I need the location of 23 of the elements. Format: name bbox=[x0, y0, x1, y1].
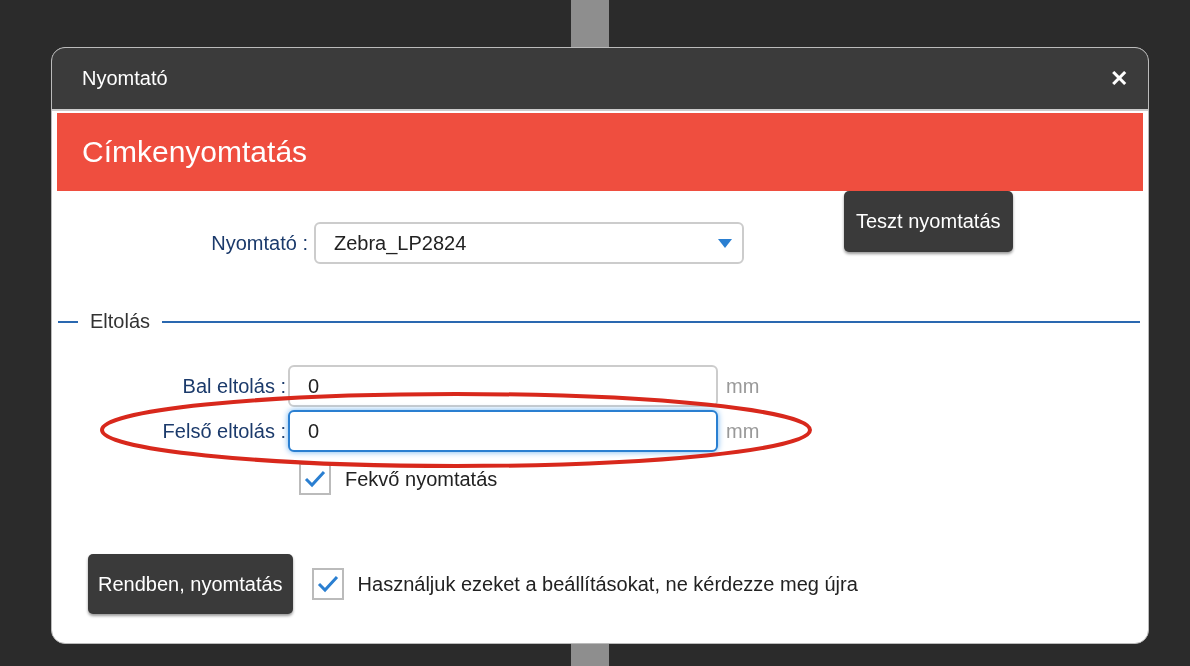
unit-label: mm bbox=[726, 419, 760, 443]
field-label: Felső eltolás : bbox=[161, 419, 287, 443]
caret-icon bbox=[718, 238, 732, 248]
landscape-label: Fekvő nyomtatás bbox=[345, 467, 498, 491]
landscape-checkbox[interactable] bbox=[299, 463, 331, 495]
window-title: Nyomtató bbox=[82, 67, 168, 90]
background-bar bbox=[571, 0, 609, 47]
background-bar bbox=[571, 644, 609, 666]
offset-input-field[interactable]: 0 bbox=[288, 365, 718, 407]
remember-checkbox[interactable] bbox=[311, 568, 344, 600]
field-label: Bal eltolás : bbox=[181, 374, 287, 398]
printer-label: Nyomtató : bbox=[210, 231, 309, 255]
check-icon bbox=[316, 575, 339, 593]
close-button[interactable]: ✕ bbox=[1110, 65, 1128, 92]
unit-label: mm bbox=[726, 374, 760, 398]
offset-legend: Eltolás bbox=[78, 310, 163, 333]
test-print-button[interactable]: Teszt nyomtatás bbox=[844, 191, 1013, 252]
ok-print-button[interactable]: Rendben, nyomtatás bbox=[88, 554, 293, 614]
printer-select[interactable]: Zebra_LP2824 bbox=[314, 222, 744, 264]
offset-input-field[interactable]: 0 bbox=[288, 410, 718, 452]
banner-title: Címkenyomtatás bbox=[82, 135, 308, 169]
check-icon bbox=[304, 470, 326, 488]
remember-label: Használjuk ezeket a beállításokat, ne kérdezze meg újra bbox=[357, 572, 858, 596]
